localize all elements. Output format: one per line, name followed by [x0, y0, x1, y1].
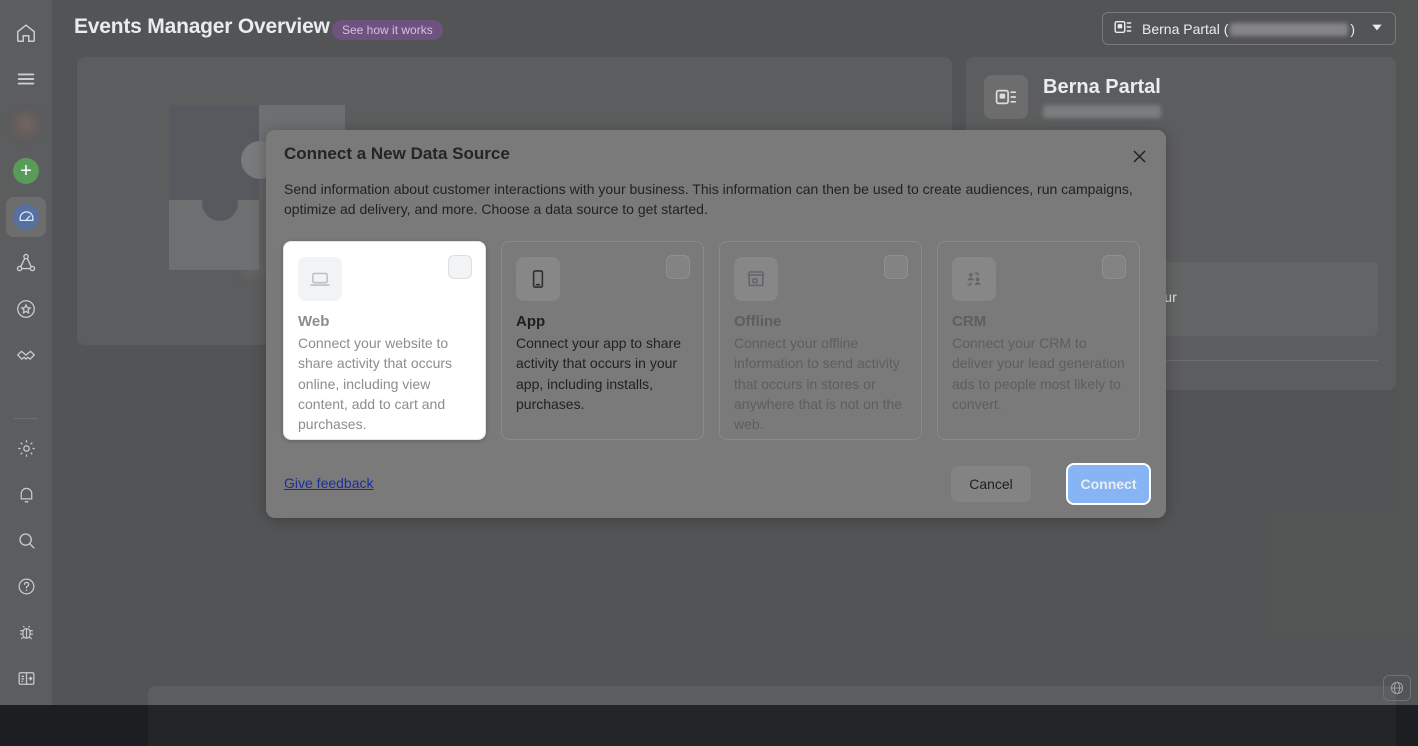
data-source-description: Connect your offline information to send… [734, 333, 907, 434]
connect-data-source-dialog: Connect a New Data Source Send informati… [266, 130, 1166, 518]
data-source-description: Connect your app to share activity that … [516, 333, 689, 414]
handshake-icon [15, 344, 37, 366]
bug-icon [16, 622, 37, 643]
business-account-icon [1113, 17, 1133, 40]
data-source-title: App [516, 313, 689, 330]
data-source-checkbox-offline[interactable] [884, 255, 908, 279]
connect-button[interactable]: Connect [1066, 463, 1151, 505]
data-source-checkbox-web[interactable] [448, 255, 472, 279]
gauge-icon [13, 204, 39, 230]
see-how-it-works-badge[interactable]: See how it works [332, 20, 443, 40]
data-source-title: CRM [952, 313, 1125, 330]
account-selector[interactable]: Berna Partal () [1102, 12, 1396, 45]
account-id-redacted [1230, 23, 1348, 36]
data-source-card-app[interactable]: App Connect your app to share activity t… [501, 241, 704, 440]
globe-icon[interactable] [1383, 675, 1411, 701]
sidebar-item-favorites[interactable] [6, 289, 46, 329]
sidebar-item-create[interactable]: + [6, 151, 46, 191]
bell-icon [16, 484, 37, 505]
data-source-card-offline[interactable]: Offline Connect your offline information… [719, 241, 922, 440]
sidebar-item-settings[interactable] [6, 428, 46, 468]
data-source-checkbox-crm[interactable] [1102, 255, 1126, 279]
search-icon [16, 530, 37, 551]
network-nodes-icon [15, 252, 37, 274]
sidebar-item-menu[interactable] [6, 59, 46, 99]
page-title: Events Manager Overview [74, 15, 330, 39]
question-circle-icon [16, 576, 37, 597]
plus-circle-icon: + [13, 158, 39, 184]
data-source-checkbox-app[interactable] [666, 255, 690, 279]
bottom-content-card [148, 686, 1396, 746]
sidebar-item-help[interactable] [6, 566, 46, 606]
data-source-title: Web [298, 313, 471, 330]
dialog-title: Connect a New Data Source [284, 144, 510, 164]
chevron-down-icon[interactable] [1369, 19, 1385, 38]
close-icon[interactable] [1124, 141, 1154, 171]
data-source-description: Connect your website to share activity t… [298, 333, 471, 434]
gear-icon [16, 438, 37, 459]
account-summary-header: Berna Partal [984, 75, 1161, 119]
data-source-description: Connect your CRM to deliver your lead ge… [952, 333, 1125, 414]
home-icon [15, 22, 37, 44]
laptop-icon [298, 257, 342, 301]
storefront-icon [734, 257, 778, 301]
account-summary-title: Berna Partal [1043, 75, 1161, 99]
top-bar: Events Manager Overview See how it works… [52, 0, 1418, 56]
sidebar-item-profile[interactable] [6, 105, 46, 145]
data-source-card-crm[interactable]: CRM Connect your CRM to deliver your lea… [937, 241, 1140, 440]
left-nav-rail-bottom [6, 408, 46, 705]
give-feedback-link[interactable]: Give feedback [284, 475, 374, 491]
sidebar-item-toggle-panel[interactable] [6, 658, 46, 698]
sidebar-item-home[interactable] [6, 13, 46, 53]
people-sync-icon [952, 257, 996, 301]
avatar-icon [12, 111, 40, 139]
data-source-card-web[interactable]: Web Connect your website to share activi… [283, 241, 486, 440]
left-nav-rail: + [0, 0, 52, 705]
star-circle-icon [15, 298, 37, 320]
sidebar-item-report-bug[interactable] [6, 612, 46, 652]
dialog-description: Send information about customer interact… [284, 180, 1140, 220]
sidebar-item-events-manager[interactable] [6, 197, 46, 237]
account-id-redacted [1043, 105, 1161, 118]
data-source-card-list: Web Connect your website to share activi… [283, 241, 1140, 440]
panel-toggle-icon [16, 668, 37, 689]
sidebar-item-search[interactable] [6, 520, 46, 560]
data-source-title: Offline [734, 313, 907, 330]
rail-divider [14, 418, 38, 419]
dialog-footer: Give feedback Cancel Connect [266, 452, 1166, 518]
cancel-button[interactable]: Cancel [951, 466, 1031, 502]
account-name: Berna Partal () [1142, 21, 1355, 37]
sidebar-item-notifications[interactable] [6, 474, 46, 514]
sidebar-item-partnerships[interactable] [6, 335, 46, 375]
business-account-icon [984, 75, 1028, 119]
mobile-phone-icon [516, 257, 560, 301]
sidebar-item-audiences[interactable] [6, 243, 46, 283]
hamburger-menu-icon [15, 68, 37, 90]
